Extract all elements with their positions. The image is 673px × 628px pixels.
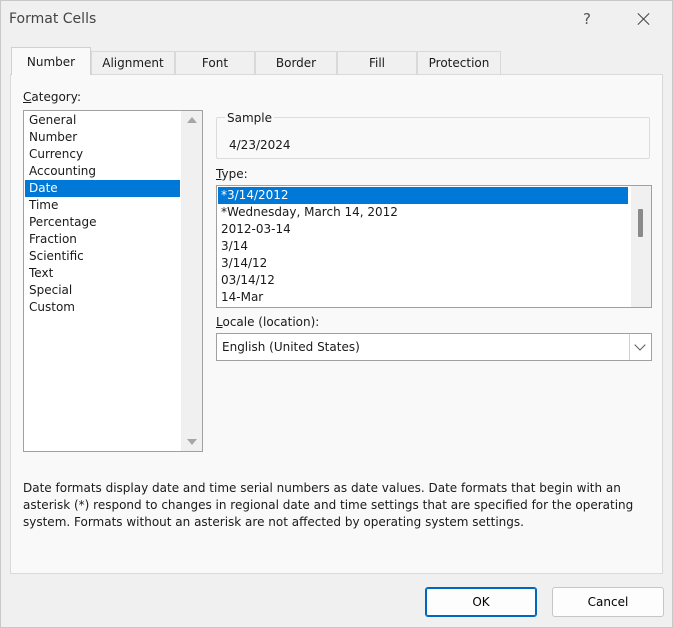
type-item[interactable]: 03/14/12	[218, 272, 628, 289]
type-item[interactable]: *Wednesday, March 14, 2012	[218, 204, 628, 221]
sample-value: 4/23/2024	[229, 138, 291, 152]
type-item[interactable]: 3/14/12	[218, 255, 628, 272]
locale-dropdown[interactable]: English (United States)	[216, 333, 652, 361]
category-item-general[interactable]: General	[25, 112, 180, 129]
scroll-down-icon[interactable]	[187, 439, 197, 445]
tab-number[interactable]: Number	[11, 47, 91, 75]
type-scrollbar-thumb[interactable]	[638, 209, 643, 237]
category-item-percentage[interactable]: Percentage	[25, 214, 180, 231]
type-label: Type:	[216, 167, 248, 181]
category-item-date[interactable]: Date	[25, 180, 180, 197]
tab-protection[interactable]: Protection	[417, 51, 501, 74]
category-item-scientific[interactable]: Scientific	[25, 248, 180, 265]
category-item-text[interactable]: Text	[25, 265, 180, 282]
type-item[interactable]: 14-Mar	[218, 289, 628, 306]
type-scrollbar[interactable]	[631, 186, 651, 307]
category-item-currency[interactable]: Currency	[25, 146, 180, 163]
category-label: Category:	[23, 90, 81, 104]
tab-fill[interactable]: Fill	[337, 51, 417, 74]
locale-dropdown-button[interactable]	[629, 334, 651, 360]
cancel-button[interactable]: Cancel	[552, 587, 664, 617]
type-list[interactable]: *3/14/2012 *Wednesday, March 14, 2012 20…	[216, 185, 652, 308]
category-item-accounting[interactable]: Accounting	[25, 163, 180, 180]
type-item[interactable]: 2012-03-14	[218, 221, 628, 238]
sample-group: Sample 4/23/2024	[216, 111, 650, 159]
tab-font[interactable]: Font	[175, 51, 255, 74]
dialog-title: Format Cells	[9, 11, 97, 27]
ok-button[interactable]: OK	[425, 587, 537, 617]
chevron-down-icon	[634, 339, 646, 351]
category-item-custom[interactable]: Custom	[25, 299, 180, 316]
close-icon[interactable]	[635, 10, 653, 28]
title-bar: Format Cells ?	[1, 1, 672, 37]
category-list[interactable]: General Number Currency Accounting Date …	[23, 110, 203, 452]
format-description: Date formats display date and time seria…	[23, 481, 634, 529]
number-tab-panel: Category: General Number Currency Accoun…	[10, 74, 663, 574]
category-item-time[interactable]: Time	[25, 197, 180, 214]
tab-border[interactable]: Border	[255, 51, 337, 74]
category-item-fraction[interactable]: Fraction	[25, 231, 180, 248]
category-item-number[interactable]: Number	[25, 129, 180, 146]
sample-label: Sample	[225, 111, 274, 125]
tab-alignment[interactable]: Alignment	[91, 51, 175, 74]
category-item-special[interactable]: Special	[25, 282, 180, 299]
format-cells-dialog: Format Cells ? Number Alignment Font Bor…	[0, 0, 673, 628]
scroll-up-icon[interactable]	[187, 117, 197, 123]
category-scrollbar[interactable]	[181, 111, 202, 451]
locale-label: Locale (location):	[216, 315, 320, 329]
locale-value: English (United States)	[222, 340, 360, 354]
type-item[interactable]: *3/14/2012	[218, 187, 628, 204]
help-icon[interactable]: ?	[580, 10, 594, 28]
type-item[interactable]: 3/14	[218, 238, 628, 255]
